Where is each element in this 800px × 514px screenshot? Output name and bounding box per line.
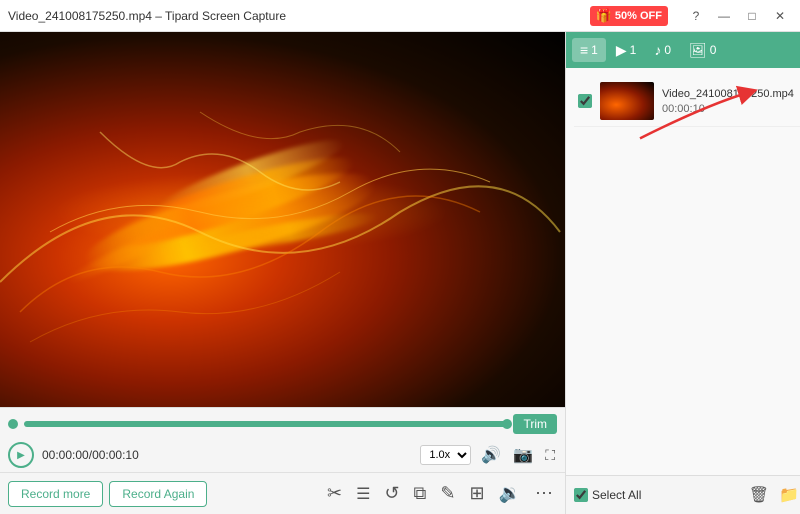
progress-handle[interactable] — [502, 419, 512, 429]
titlebar-right: 🎁 50% OFF ? — □ ✕ — [590, 6, 792, 26]
copy-icon[interactable]: ⧉ — [410, 479, 431, 508]
image-count: 0 — [710, 43, 717, 57]
question-button[interactable]: ? — [684, 6, 708, 26]
record-more-button[interactable]: Record more — [8, 481, 103, 507]
image-icon: 🖼 — [689, 42, 707, 59]
tab-video[interactable]: ≡ 1 — [572, 38, 606, 62]
tab-play[interactable]: ▶ 1 — [608, 38, 644, 63]
record-again-button[interactable]: Record Again — [109, 481, 207, 507]
audio-icon: ♪ — [654, 42, 661, 58]
time-current: 00:00:00 — [42, 448, 89, 462]
recording-name: Video_241008175250.mp4 — [662, 88, 794, 100]
recording-item: Video_241008175250.mp4 00:00:10 ↗ — [574, 76, 800, 127]
more-icon[interactable]: ⋯ — [531, 479, 557, 508]
promo-text: 50% OFF — [615, 10, 662, 22]
equalizer-icon[interactable]: ☰ — [352, 480, 374, 508]
video-canvas — [0, 32, 565, 407]
refresh-icon[interactable]: ↺ — [380, 479, 403, 508]
volume-icon[interactable]: 🔊 — [479, 443, 503, 467]
scissors-icon[interactable]: ✂ — [323, 479, 346, 508]
video-count: 1 — [591, 43, 598, 57]
list-icon: ≡ — [580, 42, 588, 58]
time-total: 00:00:10 — [92, 448, 139, 462]
recordings-list: Video_241008175250.mp4 00:00:10 ↗ — [566, 68, 800, 475]
bottom-controls: Trim ▶ 00:00:00/00:00:10 1.0x 0.5x 1.5x … — [0, 407, 565, 514]
tab-image[interactable]: 🖼 0 — [681, 38, 724, 63]
play-button[interactable]: ▶ — [8, 442, 34, 468]
progress-track[interactable] — [24, 421, 507, 427]
tab-audio[interactable]: ♪ 0 — [646, 38, 679, 62]
progress-start-dot — [8, 419, 18, 429]
edit-icon[interactable]: ✎ — [436, 479, 459, 508]
titlebar-left: Video_241008175250.mp4 – Tipard Screen C… — [8, 9, 286, 23]
recording-thumbnail — [600, 82, 654, 120]
left-panel: Trim ▶ 00:00:00/00:00:10 1.0x 0.5x 1.5x … — [0, 32, 565, 514]
recording-info: Video_241008175250.mp4 00:00:10 — [662, 88, 794, 115]
folder-icon[interactable]: 📁 — [776, 482, 800, 508]
video-area — [0, 32, 565, 407]
action-row: Record more Record Again ✂ ☰ ↺ ⧉ ✎ ⊞ 🔉 ⋯ — [0, 472, 565, 514]
close-button[interactable]: ✕ — [768, 6, 792, 26]
select-all-label: Select All — [592, 488, 641, 502]
trim-button[interactable]: Trim — [513, 414, 557, 434]
video-art-svg — [0, 32, 565, 407]
minimize-button[interactable]: — — [712, 6, 736, 26]
right-bottom-toolbar: Select All 🗑 📁 📤 — [566, 475, 800, 514]
right-panel: ≡ 1 ▶ 1 ♪ 0 🖼 0 Video_241008175250 — [565, 32, 800, 514]
delete-icon[interactable]: 🗑 — [746, 482, 772, 508]
app-title: Video_241008175250.mp4 – Tipard Screen C… — [8, 9, 286, 23]
main-layout: Trim ▶ 00:00:00/00:00:10 1.0x 0.5x 1.5x … — [0, 32, 800, 514]
gift-icon: 🎁 — [596, 8, 612, 24]
recording-checkbox[interactable] — [578, 94, 592, 108]
tune-icon[interactable]: ⊞ — [465, 479, 488, 508]
recording-duration: 00:00:10 — [662, 103, 794, 115]
progress-bar-row: Trim — [0, 408, 565, 438]
camera-icon[interactable]: 📷 — [511, 443, 535, 467]
title-bar: Video_241008175250.mp4 – Tipard Screen C… — [0, 0, 800, 32]
volume-down-icon[interactable]: 🔉 — [495, 479, 525, 508]
play-tab-icon: ▶ — [616, 42, 627, 59]
playback-row: ▶ 00:00:00/00:00:10 1.0x 0.5x 1.5x 2.0x … — [0, 438, 565, 472]
progress-fill — [24, 421, 507, 427]
tab-bar: ≡ 1 ▶ 1 ♪ 0 🖼 0 — [566, 32, 800, 68]
maximize-button[interactable]: □ — [740, 6, 764, 26]
audio-count: 0 — [664, 43, 671, 57]
select-all-checkbox[interactable] — [574, 488, 588, 502]
speed-select[interactable]: 1.0x 0.5x 1.5x 2.0x — [420, 445, 471, 465]
time-display: 00:00:00/00:00:10 — [42, 448, 412, 462]
fullscreen-icon[interactable]: ⛶ — [543, 445, 557, 466]
play-icon: ▶ — [17, 450, 25, 461]
play-count: 1 — [630, 43, 637, 57]
promo-badge[interactable]: 🎁 50% OFF — [590, 6, 668, 26]
